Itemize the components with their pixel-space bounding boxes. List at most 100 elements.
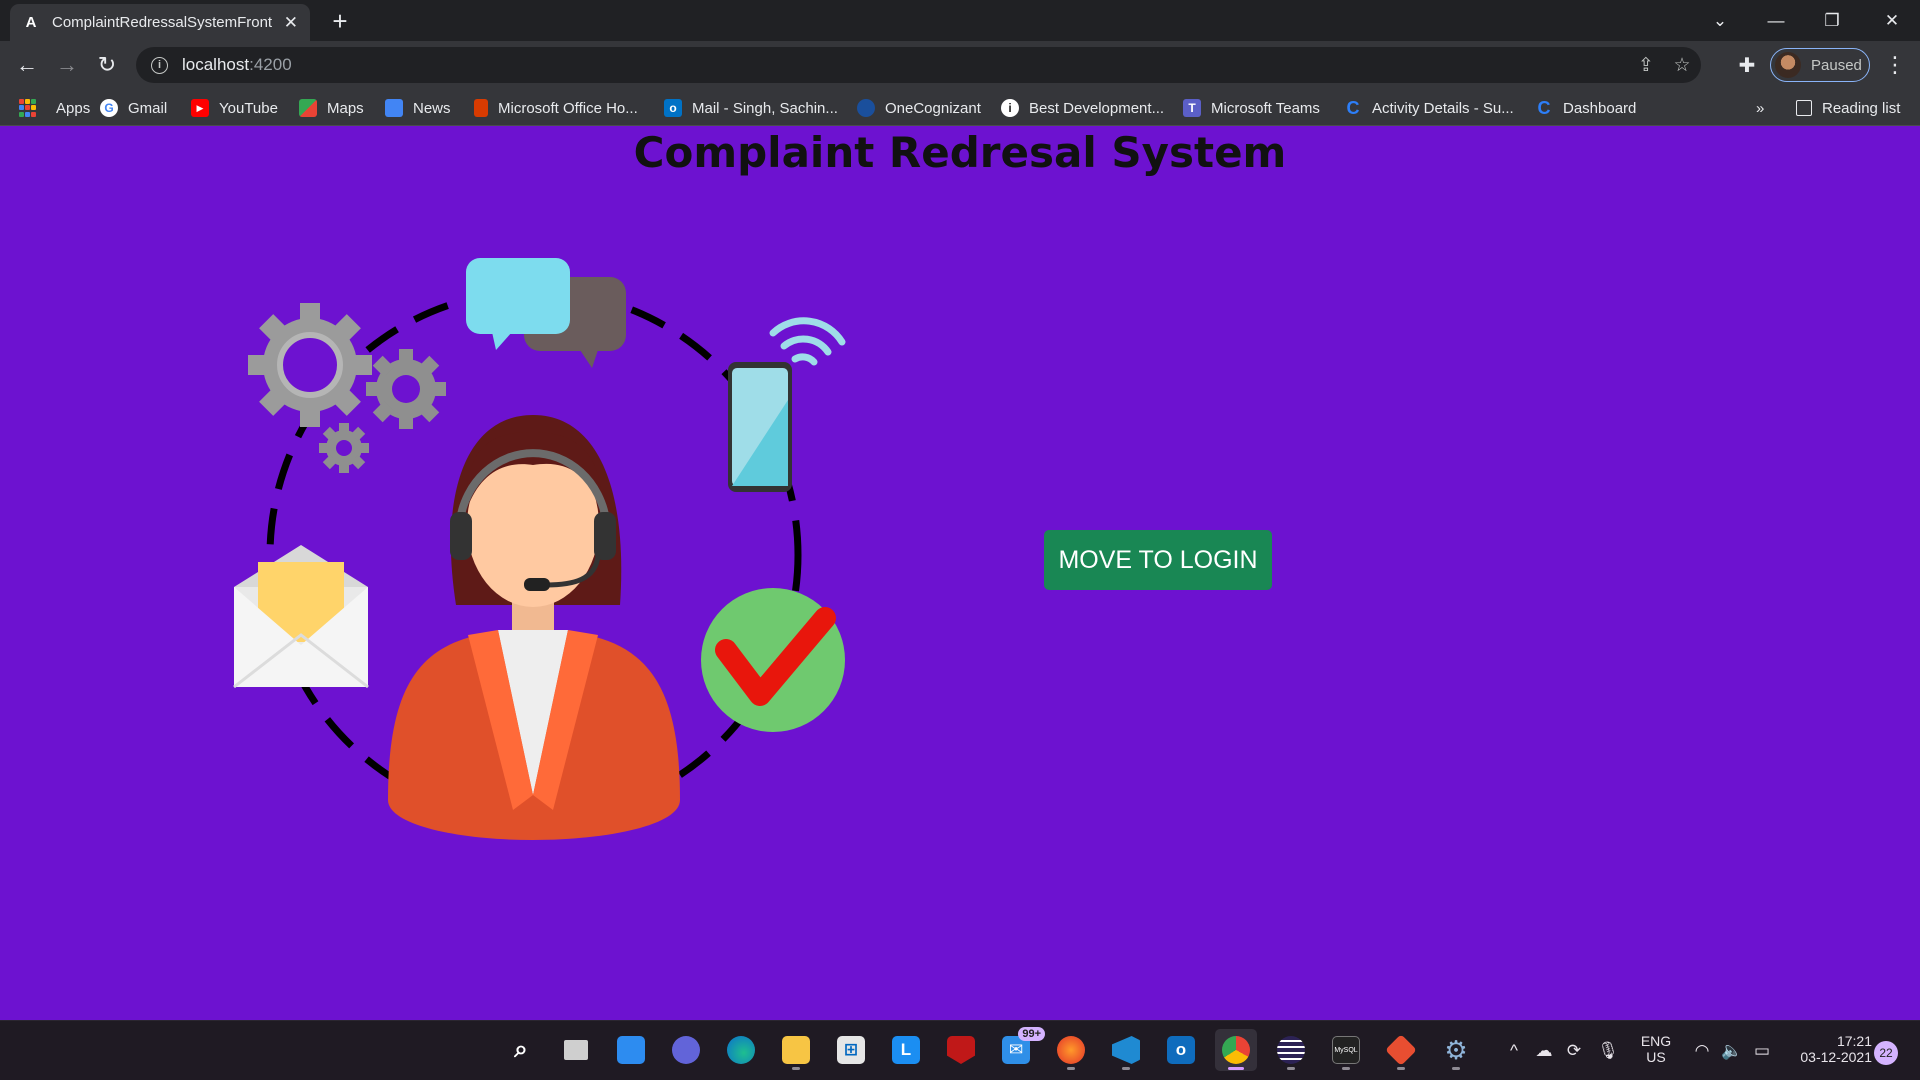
windows-taskbar: ⌕ ⊞ L ✉ 99+ o MySQL ⚙ ^ ☁ ⟳ 🎙 ENG US ◠ 🔈 … [0,1020,1920,1080]
bookmark-dashboard[interactable]: C Dashboard [1535,97,1637,119]
office-icon [474,99,488,117]
browser-tab[interactable]: A ComplaintRedressalSystemFrontend ✕ [10,4,310,41]
vscode-button[interactable] [1105,1029,1147,1071]
chat-icon [672,1036,700,1064]
bookmark-onecognizant[interactable]: OneCognizant [857,97,981,119]
mysql-button[interactable]: MySQL [1325,1029,1367,1071]
teams-chat-button[interactable] [665,1029,707,1071]
close-window-icon[interactable]: ✕ [1864,0,1920,41]
bookmarks-bar: Apps G Gmail ▶ YouTube Maps News Microso… [0,89,1920,126]
clock[interactable]: 17:21 03-12-2021 [1786,1033,1872,1065]
windows-icon [451,1036,479,1064]
battery-icon[interactable]: ▭ [1750,1039,1774,1063]
move-to-login-button[interactable]: MOVE TO LOGIN [1044,530,1272,590]
mail-button[interactable]: ✉ 99+ [995,1027,1045,1071]
volume-icon[interactable]: 🔈 [1720,1039,1744,1063]
eclipse-icon [1277,1036,1305,1064]
url-text[interactable]: localhost:4200 [182,55,292,75]
best-dev-icon: i [1001,99,1019,117]
bookmark-news[interactable]: News [385,97,451,119]
show-hidden-icons-icon[interactable]: ^ [1502,1039,1526,1063]
profile-button[interactable]: Paused [1770,48,1870,82]
smartphone-icon [728,362,792,492]
reading-list-icon [1796,100,1812,116]
back-icon[interactable]: ← [12,50,42,80]
cognizant-c-icon: C [1537,97,1551,118]
forward-icon[interactable]: → [52,50,82,80]
maps-icon [299,99,317,117]
new-tab-button[interactable]: + [325,6,355,36]
envelope-icon [233,545,369,689]
tab-search-icon[interactable]: ⌄ [1692,0,1748,41]
sync-icon[interactable]: ⟳ [1562,1039,1586,1063]
profile-status: Paused [1811,56,1862,74]
bookmark-youtube[interactable]: ▶ YouTube [191,97,278,119]
bookmark-mail[interactable]: o Mail - Singh, Sachin... [664,97,838,119]
eclipse-button[interactable] [1270,1029,1312,1071]
wifi-icon[interactable]: ◠ [1690,1039,1714,1063]
store-button[interactable]: ⊞ [830,1029,872,1071]
language-indicator[interactable]: ENG US [1636,1033,1676,1065]
microphone-icon[interactable]: 🎙 [1596,1039,1620,1063]
tab-title: ComplaintRedressalSystemFrontend [52,14,272,31]
search-icon: ⌕ [514,1036,528,1063]
l-app-button[interactable]: L [885,1029,927,1071]
news-icon [385,99,403,117]
git-button[interactable] [1380,1029,1422,1071]
bookmark-star-icon[interactable]: ☆ [1668,51,1696,79]
settings-button[interactable]: ⚙ [1435,1029,1477,1071]
youtube-icon: ▶ [191,99,209,117]
firefox-button[interactable] [1050,1029,1092,1071]
reload-icon[interactable]: ↻ [92,50,122,80]
vscode-icon [1112,1036,1140,1064]
edge-icon [727,1036,755,1064]
start-button[interactable] [444,1029,486,1071]
onedrive-icon[interactable]: ☁ [1532,1039,1556,1063]
task-view-icon [564,1040,588,1060]
checkmark-icon [701,588,845,732]
bookmark-best-development[interactable]: i Best Development... [1001,97,1164,119]
notification-count-badge[interactable]: 22 [1874,1041,1898,1065]
bookmark-office[interactable]: Microsoft Office Ho... [474,97,638,119]
customer-support-illustration [233,258,846,840]
task-view-button[interactable] [555,1029,597,1071]
outlook-icon: o [1167,1036,1195,1064]
bookmark-gmail[interactable]: G Gmail [100,97,167,119]
support-agent-icon [388,415,680,840]
reading-list-button[interactable]: Reading list [1796,97,1900,119]
edge-button[interactable] [720,1029,762,1071]
teams-icon: T [1183,99,1201,117]
extensions-puzzle-icon[interactable]: ✚ [1732,50,1762,80]
browser-toolbar: ← → ↻ i localhost:4200 ⇪ ☆ [0,41,1920,89]
chrome-button[interactable] [1215,1029,1257,1071]
angular-favicon-icon: A [25,14,37,31]
wifi-icon [769,317,846,366]
outlook-button[interactable]: o [1160,1029,1202,1071]
share-icon[interactable]: ⇪ [1632,51,1660,79]
search-button[interactable]: ⌕ [500,1029,542,1071]
site-info-icon[interactable]: i [151,56,168,74]
l-app-icon: L [892,1036,920,1064]
restore-icon[interactable]: ❐ [1804,0,1860,41]
folder-icon [782,1036,810,1064]
minimize-icon[interactable]: — [1748,0,1804,41]
mcafee-button[interactable] [940,1029,982,1071]
chrome-icon [1222,1036,1250,1064]
apps-grid-icon [18,99,36,117]
firefox-icon [1057,1036,1085,1064]
google-icon: G [100,99,118,117]
browser-menu-icon[interactable]: ⋮ [1880,50,1910,80]
page-title: Complaint Redresal System [633,128,1287,177]
bookmark-teams[interactable]: T Microsoft Teams [1183,97,1320,119]
tab-close-icon[interactable]: ✕ [284,13,298,33]
bookmark-activity-details[interactable]: C Activity Details - Su... [1344,97,1514,119]
mail-badge: 99+ [1018,1027,1045,1041]
file-explorer-button[interactable] [775,1029,817,1071]
address-bar[interactable]: i localhost:4200 ⇪ ☆ [136,47,1701,83]
mysql-icon: MySQL [1332,1036,1360,1064]
bookmarks-overflow-icon[interactable]: » [1756,97,1764,119]
tab-strip: A ComplaintRedressalSystemFrontend ✕ + ⌄… [0,0,1920,41]
bookmark-apps[interactable]: Apps [18,97,90,119]
widgets-button[interactable] [610,1029,652,1071]
bookmark-maps[interactable]: Maps [299,97,364,119]
